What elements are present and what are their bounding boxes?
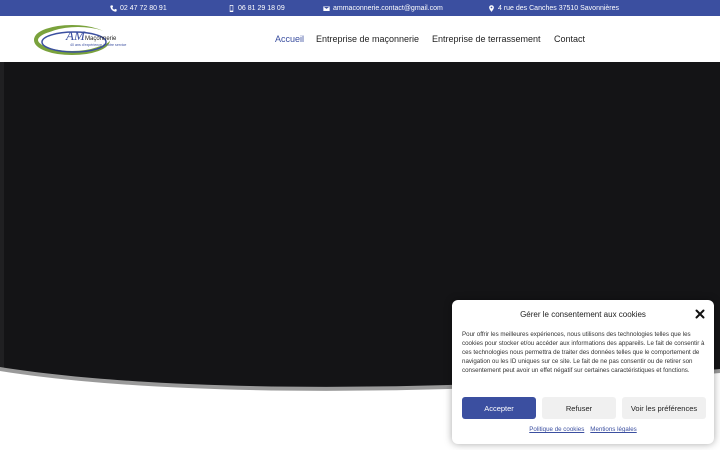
- phone2-text: 06 81 29 18 09: [238, 4, 285, 12]
- cookie-description: Pour offrir les meilleures expériences, …: [462, 331, 705, 374]
- address-contact[interactable]: 4 rue des Canches 37510 Savonnières: [488, 0, 619, 16]
- logo-tagline: 40 ans d'expérience à votre service: [70, 43, 126, 47]
- mobile-phone-icon: [229, 4, 234, 12]
- nav-contact[interactable]: Contact: [554, 34, 585, 44]
- cookie-consent-dialog: Gérer le consentement aux cookies Pour o…: [452, 300, 714, 444]
- close-icon[interactable]: [695, 309, 705, 319]
- nav-accueil[interactable]: Accueil: [275, 34, 304, 44]
- address-text: 4 rue des Canches 37510 Savonnières: [498, 4, 620, 12]
- cookie-policy-link[interactable]: Politique de cookies: [529, 426, 584, 433]
- hero-left-edge: [0, 62, 4, 372]
- site-header: AM Maçonnerie 40 ans d'expérience à votr…: [0, 16, 720, 62]
- logo-name: Maçonnerie: [85, 36, 117, 42]
- cookie-title: Gérer le consentement aux cookies: [520, 310, 646, 319]
- phone-icon: [110, 4, 117, 12]
- logo-brand: AM: [65, 28, 86, 43]
- phone1-contact[interactable]: 02 47 72 80 91: [110, 0, 167, 16]
- top-info-bar: 02 47 72 80 91 06 81 29 18 09 ammaconner…: [0, 0, 720, 16]
- phone2-contact[interactable]: 06 81 29 18 09: [228, 0, 285, 16]
- accept-button[interactable]: Accepter: [462, 397, 536, 419]
- envelope-icon: [323, 5, 330, 11]
- phone1-text: 02 47 72 80 91: [120, 4, 167, 12]
- map-pin-icon: [489, 4, 494, 12]
- preferences-button[interactable]: Voir les préférences: [622, 397, 706, 419]
- refuse-button[interactable]: Refuser: [542, 397, 616, 419]
- nav-terrassement[interactable]: Entreprise de terrassement: [432, 34, 541, 44]
- legal-notice-link[interactable]: Mentions légales: [590, 426, 636, 433]
- company-logo[interactable]: AM Maçonnerie 40 ans d'expérience à votr…: [34, 23, 138, 55]
- cookie-links: Politique de cookies Mentions légales: [452, 426, 714, 433]
- email-text: ammaconnerie.contact@gmail.com: [333, 4, 443, 12]
- email-contact[interactable]: ammaconnerie.contact@gmail.com: [323, 0, 443, 16]
- nav-maconnerie[interactable]: Entreprise de maçonnerie: [316, 34, 419, 44]
